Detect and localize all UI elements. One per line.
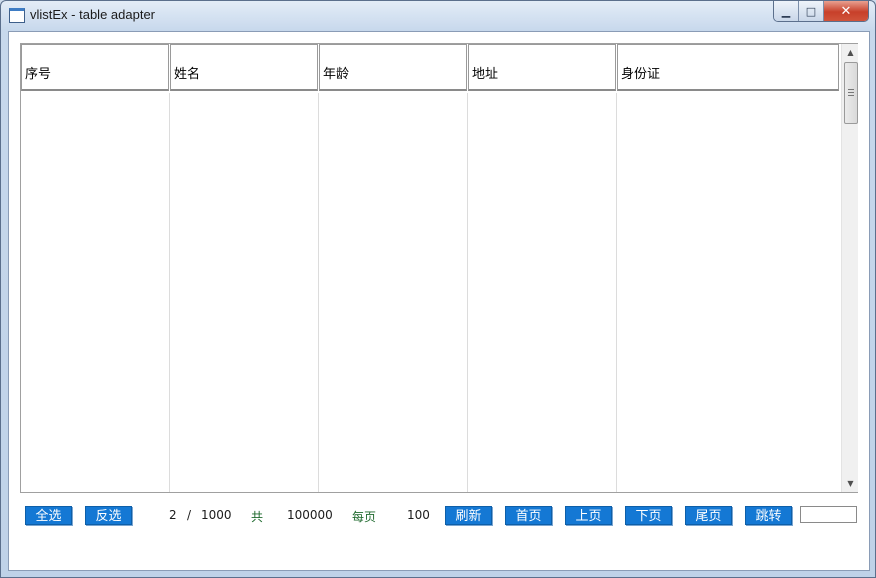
table-body[interactable] <box>21 93 840 492</box>
column-header-age[interactable]: 年龄 <box>319 44 467 91</box>
data-table[interactable]: 序号 姓名 年龄 地址 身份证 ▲ ▼ <box>20 43 858 493</box>
client-area: 序号 姓名 年龄 地址 身份证 ▲ ▼ 全选 反选 2 / 1000 共 100… <box>8 31 870 571</box>
grip-line <box>848 89 854 90</box>
app-window-icon <box>9 8 25 23</box>
app-window: vlistEx - table adapter ▁ □ ✕ 序号 姓名 年龄 地… <box>0 0 876 578</box>
grip-line <box>848 92 854 93</box>
per-page-label: 每页 <box>352 510 377 524</box>
jump-page-input[interactable] <box>800 506 857 523</box>
column-divider <box>616 93 617 492</box>
minimize-button[interactable]: ▁ <box>774 1 799 21</box>
vertical-scrollbar[interactable]: ▲ ▼ <box>841 44 858 492</box>
total-label: 共 <box>251 510 264 524</box>
column-divider <box>318 93 319 492</box>
next-page-button[interactable]: 下页 <box>625 506 672 525</box>
close-button[interactable]: ✕ <box>824 1 868 21</box>
scroll-down-arrow-icon[interactable]: ▼ <box>842 475 858 492</box>
pagination-toolbar: 全选 反选 2 / 1000 共 100000 每页 100 刷新 首页 上页 … <box>9 506 869 530</box>
table-header: 序号 姓名 年龄 地址 身份证 <box>21 44 840 93</box>
per-page-value: 100 <box>407 508 430 522</box>
column-header-index[interactable]: 序号 <box>21 44 169 91</box>
scroll-thumb[interactable] <box>844 62 858 124</box>
refresh-button[interactable]: 刷新 <box>445 506 492 525</box>
total-pages: 1000 <box>201 508 232 522</box>
invert-selection-button[interactable]: 反选 <box>85 506 132 525</box>
total-records: 100000 <box>287 508 333 522</box>
scroll-up-arrow-icon[interactable]: ▲ <box>842 44 858 61</box>
maximize-button[interactable]: □ <box>799 1 824 21</box>
first-page-button[interactable]: 首页 <box>505 506 552 525</box>
title-bar[interactable]: vlistEx - table adapter ▁ □ ✕ <box>1 1 875 31</box>
column-divider <box>169 93 170 492</box>
caption-buttons: ▁ □ ✕ <box>773 1 869 22</box>
column-header-id-card[interactable]: 身份证 <box>617 44 839 91</box>
page-separator: / <box>187 508 192 522</box>
column-header-address[interactable]: 地址 <box>468 44 616 91</box>
jump-button[interactable]: 跳转 <box>745 506 792 525</box>
prev-page-button[interactable]: 上页 <box>565 506 612 525</box>
window-title: vlistEx - table adapter <box>30 7 156 22</box>
last-page-button[interactable]: 尾页 <box>685 506 732 525</box>
select-all-button[interactable]: 全选 <box>25 506 72 525</box>
current-page: 2 <box>169 508 177 522</box>
column-header-name[interactable]: 姓名 <box>170 44 318 91</box>
column-divider <box>467 93 468 492</box>
grip-line <box>848 95 854 96</box>
